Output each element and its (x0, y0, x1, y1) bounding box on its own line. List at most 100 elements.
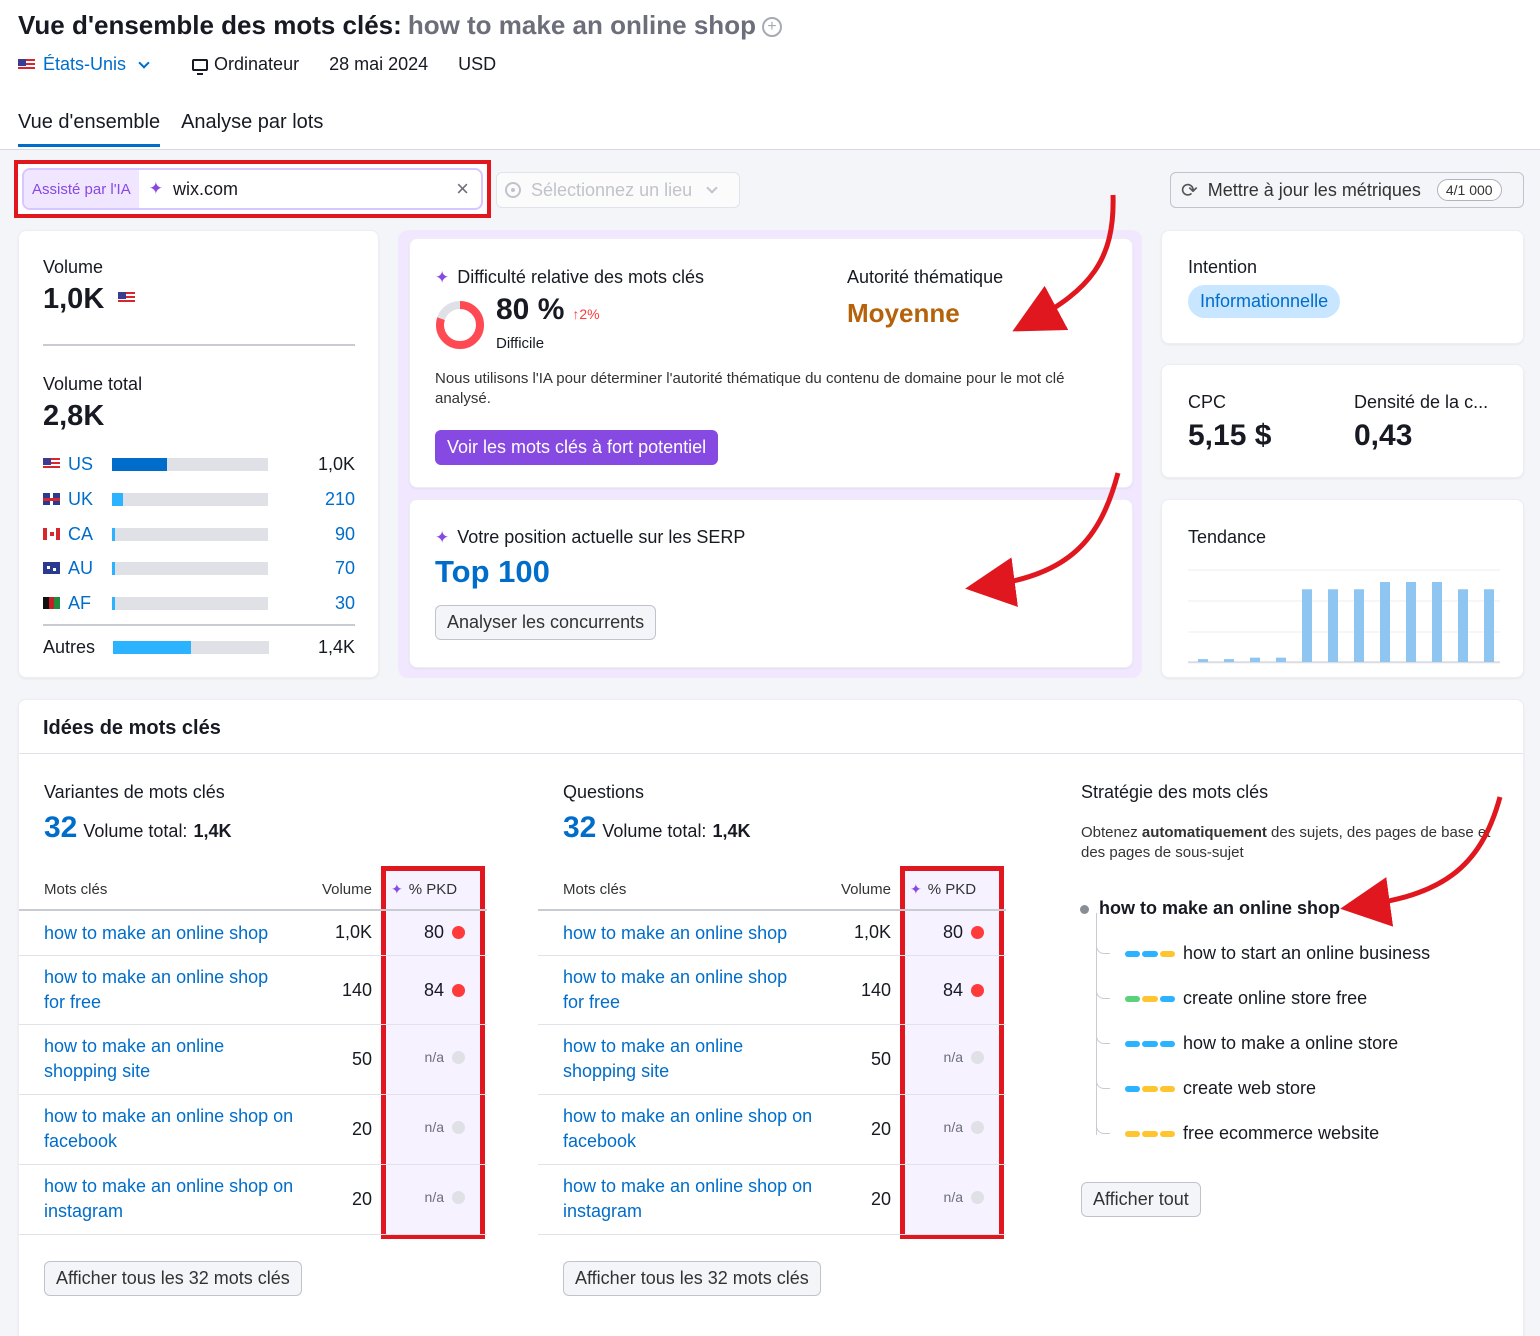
update-metrics-button[interactable]: ⟳ Mettre à jour les métriques 4/1 000 (1170, 172, 1524, 208)
keyword-link[interactable]: how to make an online shop on instagram (44, 1174, 294, 1224)
device-indicator: Ordinateur (192, 54, 299, 75)
location-select[interactable]: Sélectionnez un lieu (496, 172, 740, 208)
trend-bar[interactable] (1302, 589, 1312, 662)
strategy-root-keyword[interactable]: how to make an online shop (1099, 898, 1340, 919)
topic-strength-bar (1125, 1130, 1175, 1137)
trend-bar[interactable] (1406, 582, 1416, 662)
keyword-link[interactable]: how to make an online shop on instagram (563, 1174, 813, 1224)
subtopic-label: create web store (1183, 1078, 1317, 1098)
keyword-volume: 1,0K (853, 922, 891, 942)
variants-count[interactable]: 32 (44, 811, 77, 845)
table-row: how to make an online shop on instagram 2… (538, 1165, 1006, 1235)
show-all-variants-button[interactable]: Afficher tous les 32 mots clés (44, 1261, 302, 1296)
variants-total-value: 1,4K (193, 821, 232, 841)
keyword-link[interactable]: how to make an online shopping site (44, 1034, 294, 1084)
show-all-questions-button[interactable]: Afficher tous les 32 mots clés (563, 1261, 821, 1296)
table-row: how to make an online shopping site 50 n/a (19, 1025, 487, 1095)
others-bar-fill (113, 640, 191, 654)
keyword-volume: 140 (341, 980, 372, 1000)
pkd-value: n/a (424, 1119, 444, 1135)
country-row-uk[interactable]: UK 210 (43, 488, 355, 510)
country-bar-fill (112, 561, 115, 575)
strategy-subtopic[interactable]: how to start an online business (1125, 943, 1430, 964)
topic-strength-segment (1125, 1130, 1141, 1137)
topic-strength-segment (1125, 950, 1141, 957)
strategy-subtopic[interactable]: how to make a online store (1125, 1033, 1398, 1054)
strategy-subtopic[interactable]: create online store free (1125, 988, 1367, 1009)
country-select[interactable]: États-Unis (18, 54, 154, 75)
strategy-subtopic[interactable]: create web store (1125, 1078, 1316, 1099)
total-volume-value: 2,8K (43, 400, 105, 432)
keyword-link[interactable]: how to make an online shop for free (563, 965, 813, 1015)
keyword-link[interactable]: how to make an online shop on facebook (44, 1104, 294, 1154)
trend-bar[interactable] (1198, 659, 1208, 662)
strategy-desc-bold: automatiquement (1141, 824, 1267, 841)
strategy-subtopic[interactable]: free ecommerce website (1125, 1123, 1379, 1144)
trend-bar[interactable] (1276, 657, 1286, 662)
analyze-competitors-button[interactable]: Analyser les concurrents (435, 605, 657, 640)
trend-bar[interactable] (1250, 657, 1260, 662)
strategy-root-dot (1080, 905, 1089, 914)
page-title-keyword: how to make an online shop (407, 10, 756, 40)
country-volume[interactable]: 90 (335, 524, 355, 545)
topic-strength-segment (1159, 1085, 1175, 1092)
topic-strength-segment (1142, 1130, 1158, 1137)
questions-count[interactable]: 32 (563, 811, 596, 845)
trend-bar[interactable] (1458, 589, 1468, 662)
country-volume[interactable]: 210 (325, 489, 355, 510)
questions-table: Mots clés Volume ✦ % PKD how to make an o… (538, 869, 1006, 1236)
authority-label: Autorité thématique (847, 267, 1004, 287)
trend-bar[interactable] (1380, 582, 1390, 662)
country-volume: 1,0K (317, 453, 355, 474)
au-flag-icon (43, 562, 60, 574)
country-row-ca[interactable]: CA 90 (43, 523, 355, 545)
pkd-value: 84 (423, 980, 444, 1000)
keyword-volume: 20 (870, 1189, 891, 1209)
add-keyword-icon[interactable]: + (761, 17, 782, 37)
domain-input[interactable]: ✦ wix.com (139, 179, 456, 200)
keyword-link[interactable]: how to make an online shopping site (563, 1034, 813, 1084)
high-potential-keywords-button[interactable]: Voir les mots clés à fort potentiel (435, 430, 719, 465)
trend-bar[interactable] (1432, 582, 1442, 662)
keyword-link[interactable]: how to make an online shop (44, 921, 294, 946)
ai-domain-field: Assisté par l'IA ✦ wix.com × (22, 168, 483, 210)
column-keyword: Mots clés (563, 881, 627, 898)
keyword-link[interactable]: how to make an online shop for free (44, 965, 294, 1015)
country-code: US (68, 453, 94, 474)
show-all-strategy-button[interactable]: Afficher tout (1081, 1182, 1201, 1217)
table-row: how to make an online shop 1,0K 80 (538, 911, 1006, 956)
table-row: how to make an online shop for free 140 84 (19, 956, 487, 1025)
country-row-af[interactable]: AF 30 (43, 592, 355, 614)
keyword-link[interactable]: how to make an online shop on facebook (563, 1104, 813, 1154)
keyword-pkd: n/a (944, 1119, 984, 1135)
country-row-au[interactable]: AU 70 (43, 557, 355, 579)
country-bar-fill (112, 596, 115, 610)
topic-strength-segment (1142, 1040, 1158, 1047)
trend-bar[interactable] (1328, 589, 1338, 662)
column-keyword: Mots clés (44, 881, 108, 898)
database-date: 28 mai 2024 (329, 54, 429, 74)
clear-domain-icon[interactable]: × (456, 176, 469, 202)
country-volume[interactable]: 70 (335, 558, 355, 579)
trend-bar[interactable] (1484, 589, 1494, 662)
country-volume[interactable]: 30 (335, 593, 355, 614)
tab-bar: Vue d'ensemble Analyse par lots (18, 111, 323, 147)
pkd-value: 80 (942, 922, 963, 942)
tree-branch (1096, 1073, 1110, 1089)
country-code: UK (68, 488, 94, 509)
topic-strength-segment (1125, 995, 1141, 1002)
keyword-ideas-title: Idées de mots clés (43, 717, 221, 739)
volume-label: Volume (43, 257, 104, 277)
tab-bulk-analysis[interactable]: Analyse par lots (181, 111, 323, 147)
trend-bar[interactable] (1224, 659, 1234, 662)
tab-overview[interactable]: Vue d'ensemble (18, 111, 161, 147)
pkd-value: 80 (423, 922, 444, 942)
others-bar (113, 640, 269, 654)
country-row-us[interactable]: US 1,0K (43, 453, 355, 475)
column-volume: Volume (321, 881, 372, 898)
difficulty-dot-icon (452, 984, 465, 997)
subtopic-label: free ecommerce website (1183, 1123, 1380, 1143)
keyword-pkd: n/a (944, 1049, 984, 1065)
keyword-link[interactable]: how to make an online shop (563, 921, 813, 946)
trend-bar[interactable] (1354, 589, 1364, 662)
